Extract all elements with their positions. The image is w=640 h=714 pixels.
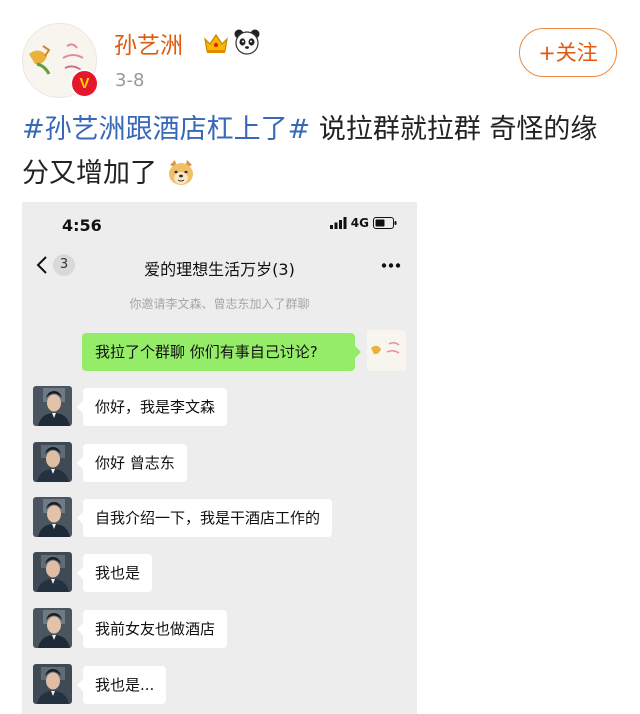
person-avatar-icon [33, 442, 72, 482]
person-avatar-icon [33, 552, 72, 592]
crown-icon [204, 33, 228, 53]
my-message-bubble[interactable]: 我拉了个群聊 你们有事自己讨论? [82, 333, 361, 371]
contact-avatar[interactable] [33, 608, 72, 648]
signal-icon [329, 217, 347, 229]
message-row: 我也是 [22, 552, 417, 596]
battery-icon [373, 217, 397, 229]
contact-avatar[interactable] [33, 442, 72, 482]
message-bubble[interactable]: 我也是 [76, 554, 153, 592]
status-time: 4:56 [62, 216, 102, 235]
doge-icon [168, 160, 193, 185]
my-avatar-art-icon [367, 330, 406, 371]
message-bubble[interactable]: 我前女友也做酒店 [76, 610, 228, 648]
contact-avatar[interactable] [33, 497, 72, 537]
system-message: 你邀请李文森、曾志东加入了群聊 [129, 297, 310, 311]
message-row: 你好，我是李文森 [22, 386, 417, 430]
message-row: 自我介绍一下，我是干酒店工作的 [22, 497, 417, 541]
contact-avatar[interactable] [33, 664, 72, 704]
contact-avatar[interactable] [33, 552, 72, 592]
person-avatar-icon [33, 386, 72, 426]
post-time: 3-8 [115, 70, 145, 91]
message-bubble[interactable]: 你好 曾志东 [77, 444, 187, 482]
verified-icon: V [70, 69, 99, 98]
message-row: 我前女友也做酒店 [22, 608, 417, 652]
post-text: #孙艺洲跟酒店杠上了# 说拉群就拉群 奇怪的缘分又增加了 [22, 108, 622, 196]
message-row: 你好 曾志东 [22, 442, 417, 486]
message-bubble[interactable]: 自我介绍一下，我是干酒店工作的 [76, 499, 333, 537]
user-name[interactable]: 孙艺洲 [114, 26, 183, 60]
network-label: 4G [350, 216, 369, 230]
panda-icon [234, 29, 260, 55]
chat-screenshot[interactable]: 4:56 4G 3 爱的理想生活万岁(3) 你邀请李文森、曾志东加入了群聊 我拉… [22, 202, 417, 714]
person-avatar-icon [33, 664, 72, 704]
status-bar-right: 4G [329, 216, 397, 230]
person-avatar-icon [33, 497, 72, 537]
message-row: 我也是... [22, 664, 417, 708]
more-icon[interactable] [381, 263, 401, 268]
message-bubble[interactable]: 我也是... [76, 666, 167, 704]
my-avatar[interactable] [367, 330, 406, 371]
chat-title: 爱的理想生活万岁(3) [144, 260, 295, 279]
person-avatar-icon [33, 608, 72, 648]
message-bubble[interactable]: 你好，我是李文森 [76, 388, 228, 426]
hashtag-link[interactable]: #孙艺洲跟酒店杠上了# [22, 114, 310, 145]
follow-button[interactable]: +关注 [519, 28, 617, 77]
contact-avatar[interactable] [33, 386, 72, 426]
